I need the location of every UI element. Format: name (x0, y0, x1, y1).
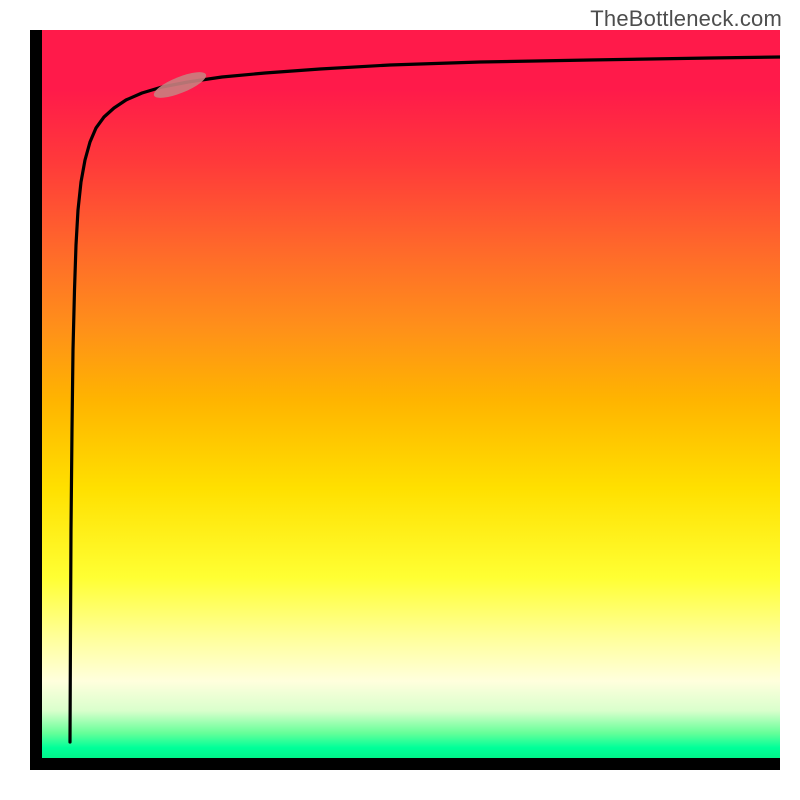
chart-container: TheBottleneck.com (0, 0, 800, 800)
attribution-text: TheBottleneck.com (590, 6, 782, 32)
plot-background (30, 30, 780, 770)
